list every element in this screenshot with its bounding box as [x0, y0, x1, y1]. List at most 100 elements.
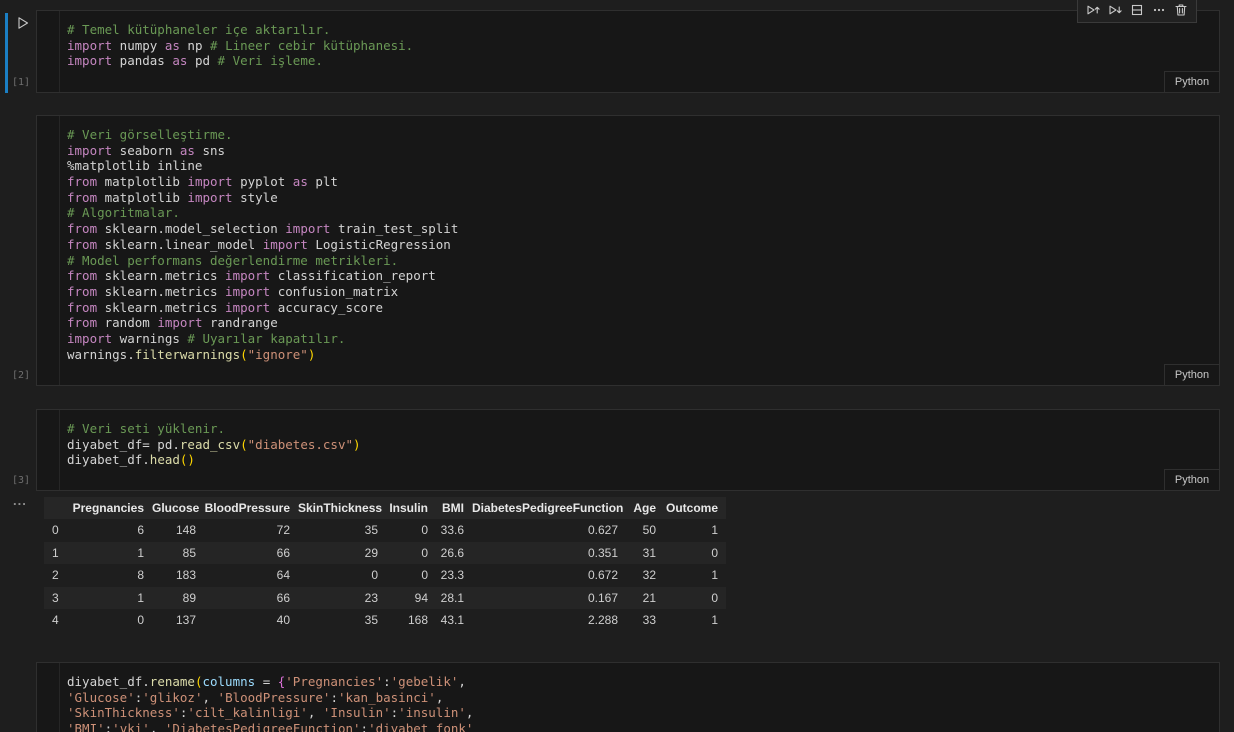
language-picker[interactable]: Python — [1164, 469, 1219, 490]
more-actions-icon — [1151, 2, 1167, 21]
cell-editor[interactable]: diyabet_df.rename(columns = {'Pregnancie… — [36, 662, 1220, 732]
row-index: 0 — [44, 519, 66, 542]
row-index: 4 — [44, 609, 66, 632]
cell-value: 0.351 — [472, 542, 626, 565]
cell-value: 0 — [386, 564, 436, 587]
column-header: DiabetesPedigreeFunction — [472, 497, 626, 519]
code-area[interactable]: # Veri seti yüklenir.diyabet_df= pd.read… — [67, 421, 1215, 468]
cell-value: 1 — [66, 587, 152, 610]
cell-value: 2.288 — [472, 609, 626, 632]
cell-value: 50 — [626, 519, 664, 542]
row-index: 3 — [44, 587, 66, 610]
dataframe-body: 061487235033.60.62750111856629026.60.351… — [44, 519, 726, 632]
cell-value: 72 — [204, 519, 298, 542]
cell-value: 148 — [152, 519, 204, 542]
cell-value: 0 — [66, 609, 152, 632]
notebook-editor: [1] # Temel kütüphaneler içe aktarılır.i… — [0, 0, 1234, 732]
cell-value: 8 — [66, 564, 152, 587]
cell-value: 1 — [664, 564, 726, 587]
cell-value: 33.6 — [436, 519, 472, 542]
cell-editor[interactable]: # Veri seti yüklenir.diyabet_df= pd.read… — [36, 409, 1220, 491]
execute-above-icon — [1085, 2, 1101, 21]
code-area[interactable]: # Temel kütüphaneler içe aktarılır.impor… — [67, 22, 1215, 69]
execute-above-button[interactable] — [1083, 2, 1103, 21]
cell-focus-indicator — [5, 13, 8, 93]
cell-value: 0 — [386, 519, 436, 542]
language-picker[interactable]: Python — [1164, 71, 1219, 92]
cell-value: 0 — [298, 564, 386, 587]
run-icon — [15, 15, 31, 34]
column-header: Glucose — [152, 497, 204, 519]
column-header: Outcome — [664, 497, 726, 519]
cell-value: 29 — [298, 542, 386, 565]
execution-count: [1] — [12, 77, 30, 88]
cell-value: 23.3 — [436, 564, 472, 587]
code-cell-4: [4] diyabet_df.rename(columns = {'Pregna… — [0, 662, 1234, 732]
code-area[interactable]: # Veri görselleştirme.import seaborn as … — [67, 127, 1215, 362]
execute-below-icon — [1107, 2, 1123, 21]
cell-value: 64 — [204, 564, 298, 587]
column-header: BMI — [436, 497, 472, 519]
column-header — [44, 497, 66, 519]
column-header: SkinThickness — [298, 497, 386, 519]
cell-value: 0.167 — [472, 587, 626, 610]
table-row: 28183640023.30.672321 — [44, 564, 726, 587]
column-header: Insulin — [386, 497, 436, 519]
cell-value: 35 — [298, 609, 386, 632]
trash-icon — [1173, 2, 1189, 21]
row-index: 2 — [44, 564, 66, 587]
cell-value: 1 — [664, 519, 726, 542]
execution-count: [2] — [12, 370, 30, 381]
cell-value: 0 — [386, 542, 436, 565]
dataframe-header: PregnanciesGlucoseBloodPressureSkinThick… — [44, 497, 726, 519]
cell-value: 137 — [152, 609, 204, 632]
cell-value: 0 — [664, 587, 726, 610]
cell-editor[interactable]: # Veri görselleştirme.import seaborn as … — [36, 115, 1220, 386]
cell-value: 40 — [204, 609, 298, 632]
column-header: Age — [626, 497, 664, 519]
cell-editor[interactable]: # Temel kütüphaneler içe aktarılır.impor… — [36, 10, 1220, 93]
cell-value: 66 — [204, 542, 298, 565]
code-cell-3: [3] # Veri seti yüklenir.diyabet_df= pd.… — [0, 409, 1234, 491]
cell-value: 0 — [664, 542, 726, 565]
cell-value: 33 — [626, 609, 664, 632]
column-header: BloodPressure — [204, 497, 298, 519]
table-row: 318966239428.10.167210 — [44, 587, 726, 610]
run-cell-button[interactable] — [14, 15, 32, 33]
cell-value: 89 — [152, 587, 204, 610]
cell-value: 168 — [386, 609, 436, 632]
cell-value: 0.672 — [472, 564, 626, 587]
column-header: Pregnancies — [66, 497, 152, 519]
execution-count: [3] — [12, 475, 30, 486]
code-area[interactable]: diyabet_df.rename(columns = {'Pregnancie… — [67, 674, 1215, 732]
cell-value: 0.627 — [472, 519, 626, 542]
cell-value: 6 — [66, 519, 152, 542]
delete-cell-button[interactable] — [1171, 2, 1191, 21]
code-cell-1: [1] # Temel kütüphaneler içe aktarılır.i… — [0, 10, 1234, 93]
more-actions-button[interactable] — [1149, 2, 1169, 21]
cell-value: 85 — [152, 542, 204, 565]
table-row: 11856629026.60.351310 — [44, 542, 726, 565]
table-row: 40137403516843.12.288331 — [44, 609, 726, 632]
dataframe-table: PregnanciesGlucoseBloodPressureSkinThick… — [44, 497, 726, 632]
cell-value: 94 — [386, 587, 436, 610]
output-more-actions-button[interactable]: ... — [11, 491, 29, 510]
code-cell-2: [2] # Veri görselleştirme.import seaborn… — [0, 115, 1234, 386]
cell-value: 21 — [626, 587, 664, 610]
cell-output: ... PregnanciesGlucoseBloodPressureSkinT… — [0, 495, 1234, 632]
cell-value: 23 — [298, 587, 386, 610]
split-cell-button[interactable] — [1127, 2, 1147, 21]
language-picker[interactable]: Python — [1164, 364, 1219, 385]
cell-value: 1 — [664, 609, 726, 632]
cell-value: 35 — [298, 519, 386, 542]
execute-below-button[interactable] — [1105, 2, 1125, 21]
cell-value: 43.1 — [436, 609, 472, 632]
cell-value: 183 — [152, 564, 204, 587]
cell-value: 26.6 — [436, 542, 472, 565]
cell-value: 66 — [204, 587, 298, 610]
cell-value: 32 — [626, 564, 664, 587]
row-index: 1 — [44, 542, 66, 565]
cell-value: 1 — [66, 542, 152, 565]
cell-action-toolbar — [1077, 0, 1197, 23]
cell-value: 28.1 — [436, 587, 472, 610]
